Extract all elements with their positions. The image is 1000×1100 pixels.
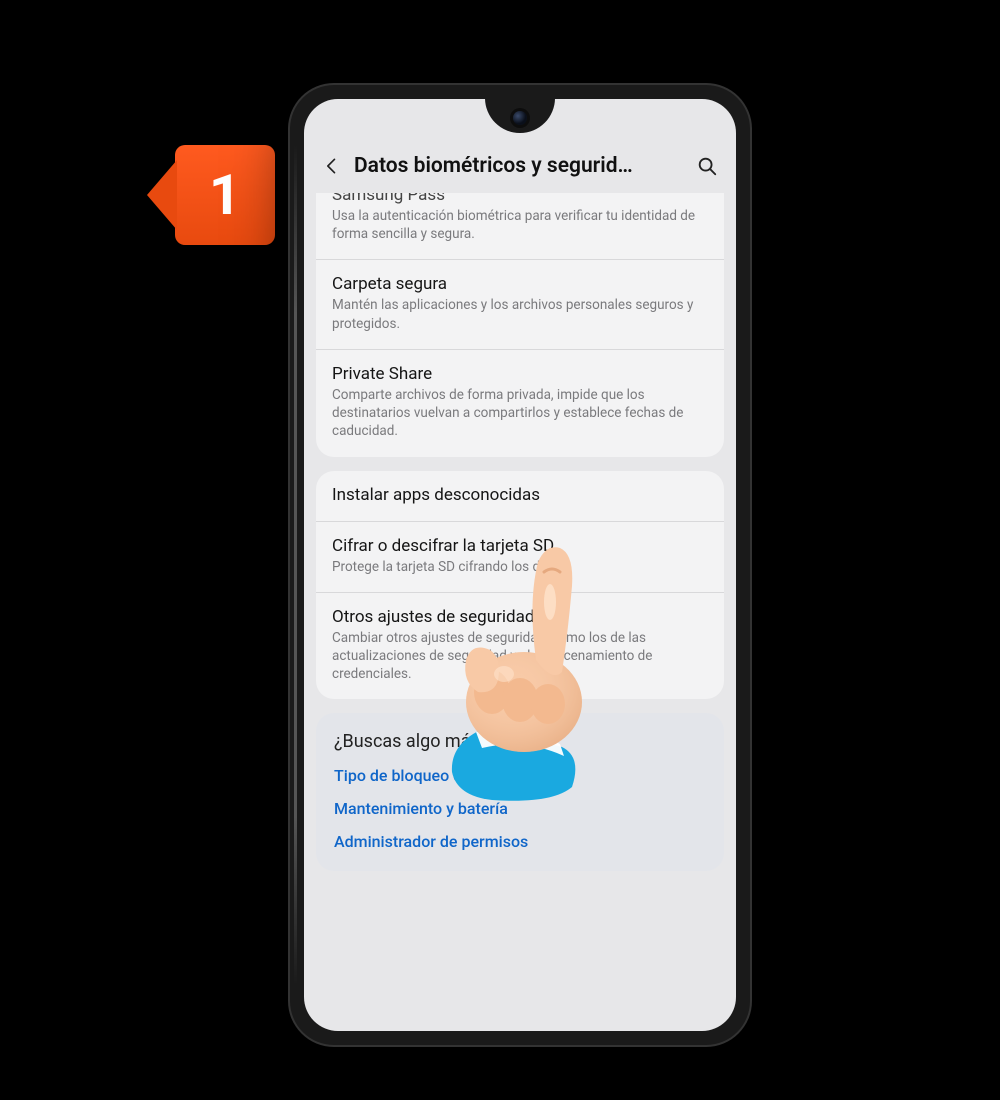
step-badge: 1 xyxy=(155,145,275,245)
suggestion-link-lock-type[interactable]: Tipo de bloqueo de pantalla xyxy=(334,766,706,785)
phone-screen: Datos biométricos y segurid… Samsung Pas… xyxy=(304,99,736,1031)
settings-content: Samsung Pass Usa la autenticación biomét… xyxy=(304,193,736,1031)
item-title: Cifrar o descifrar la tarjeta SD xyxy=(332,536,708,556)
step-number: 1 xyxy=(209,162,241,228)
item-encrypt-sd[interactable]: Cifrar o descifrar la tarjeta SD Protege… xyxy=(316,522,724,593)
item-title: Carpeta segura xyxy=(332,274,708,294)
item-title: Otros ajustes de seguridad xyxy=(332,607,708,627)
settings-group-2: Instalar apps desconocidas Cifrar o desc… xyxy=(316,471,724,700)
phone-frame: Datos biométricos y segurid… Samsung Pas… xyxy=(290,85,750,1045)
item-desc: Cambiar otros ajustes de seguridad, como… xyxy=(332,629,708,684)
item-desc: Usa la autenticación biométrica para ver… xyxy=(332,207,708,243)
item-secure-folder[interactable]: Carpeta segura Mantén las aplicaciones y… xyxy=(316,260,724,349)
step-badge-shape: 1 xyxy=(175,145,275,245)
suggestion-link-battery[interactable]: Mantenimiento y batería xyxy=(334,799,706,818)
back-icon[interactable] xyxy=(322,156,342,176)
item-title: Private Share xyxy=(332,364,708,384)
page-title: Datos biométricos y segurid… xyxy=(354,154,684,178)
item-desc: Comparte archivos de forma privada, impi… xyxy=(332,386,708,441)
item-desc: Protege la tarjeta SD cifrando los datos… xyxy=(332,558,708,576)
item-other-security[interactable]: Otros ajustes de seguridad Cambiar otros… xyxy=(316,593,724,700)
settings-group-1: Samsung Pass Usa la autenticación biomét… xyxy=(316,193,724,457)
item-title: Instalar apps desconocidas xyxy=(332,485,708,505)
item-install-unknown-apps[interactable]: Instalar apps desconocidas xyxy=(316,471,724,522)
search-icon[interactable] xyxy=(696,155,718,177)
item-desc: Mantén las aplicaciones y los archivos p… xyxy=(332,296,708,332)
suggestions-heading: ¿Buscas algo más? xyxy=(334,731,706,752)
item-title: Samsung Pass xyxy=(332,193,708,205)
item-private-share[interactable]: Private Share Comparte archivos de forma… xyxy=(316,350,724,457)
suggestions-block: ¿Buscas algo más? Tipo de bloqueo de pan… xyxy=(316,713,724,871)
camera-notch xyxy=(485,99,555,133)
item-samsung-pass[interactable]: Samsung Pass Usa la autenticación biomét… xyxy=(316,193,724,260)
suggestion-link-permissions[interactable]: Administrador de permisos xyxy=(334,832,706,851)
settings-header: Datos biométricos y segurid… xyxy=(304,139,736,193)
